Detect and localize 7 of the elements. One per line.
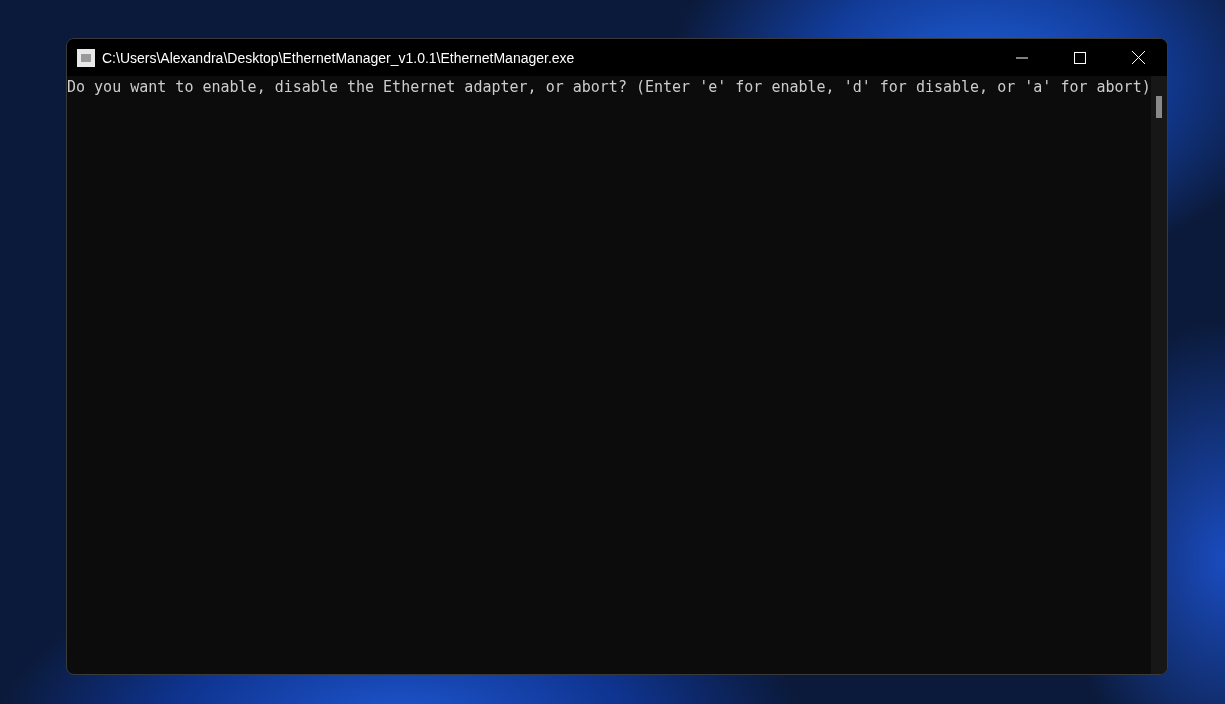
app-icon [77, 48, 95, 67]
close-icon [1131, 51, 1145, 64]
maximize-icon [1074, 51, 1086, 64]
scrollbar[interactable] [1150, 76, 1167, 674]
console-text: Do you want to enable, disable the Ethernet adapter, or abort? (Enter 'e' for enable, 'd' for disable, or 'a' for abort) [67, 77, 1151, 98]
scrollbar-thumb[interactable] [1155, 96, 1162, 118]
window-title: C:\Users\Alexandra\Desktop\EthernetManager_v1.0.1\EthernetManager.exe [102, 49, 576, 66]
